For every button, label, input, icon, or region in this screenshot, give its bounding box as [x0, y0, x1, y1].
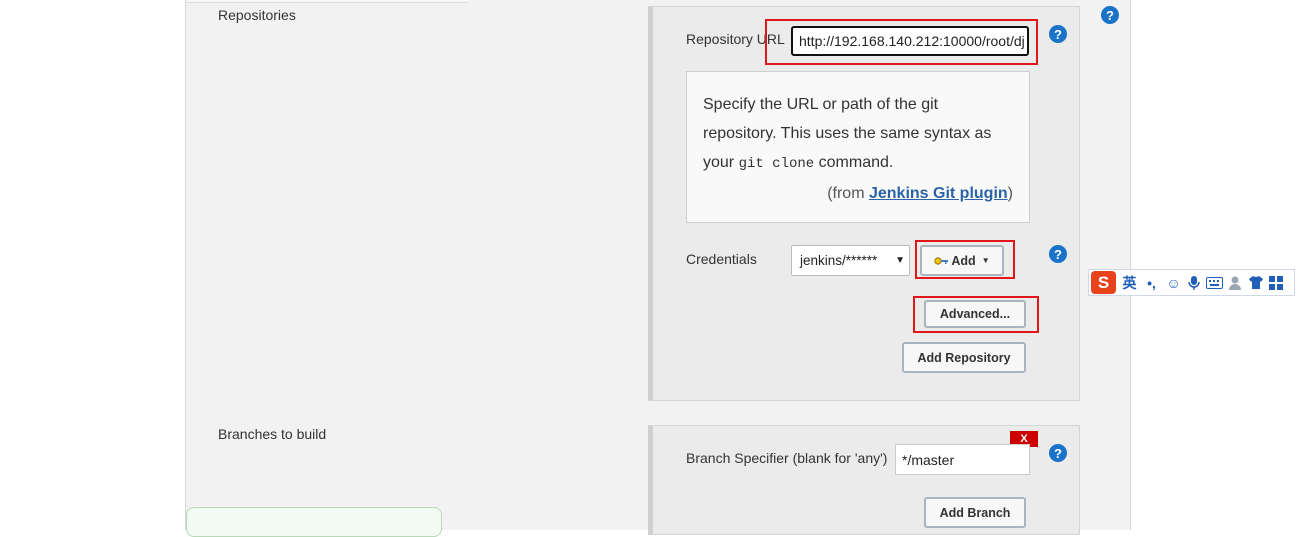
repositories-section-label: Repositories — [218, 7, 296, 23]
add-repository-button[interactable]: Add Repository — [902, 342, 1026, 373]
branches-section-label: Branches to build — [218, 426, 327, 442]
branch-specifier-label: Branch Specifier (blank for 'any') — [686, 450, 888, 466]
help-line-2: repository. This uses the same syntax as — [703, 125, 992, 142]
help-line-3: your git clone command. — [703, 154, 894, 172]
user-icon[interactable] — [1228, 275, 1243, 291]
repository-url-input[interactable]: http://192.168.140.212:10000/root/dj — [791, 26, 1029, 56]
jenkins-git-plugin-link[interactable]: Jenkins Git plugin — [869, 185, 1008, 202]
advanced-button[interactable]: Advanced... — [924, 300, 1026, 328]
branch-specifier-help-icon[interactable]: ? — [1049, 444, 1067, 462]
credentials-label: Credentials — [686, 251, 757, 267]
chevron-down-icon: ▼ — [895, 255, 905, 266]
branch-specifier-input[interactable]: */master — [895, 444, 1030, 475]
key-icon — [934, 256, 949, 265]
credentials-select[interactable]: jenkins/****** ▼ — [791, 245, 910, 276]
help-line-1: Specify the URL or path of the git — [703, 96, 939, 113]
caret-down-icon: ▼ — [981, 256, 990, 265]
top-tab-edge — [186, 0, 468, 3]
repository-url-help-icon[interactable]: ? — [1049, 25, 1067, 43]
help-plugin-attribution: (from Jenkins Git plugin) — [827, 185, 1013, 202]
keyboard-icon[interactable] — [1206, 276, 1223, 289]
credentials-help-icon[interactable]: ? — [1049, 245, 1067, 263]
add-branch-button[interactable]: Add Branch — [924, 497, 1026, 528]
ime-toolbar: S 英 •, ☺ — [1088, 269, 1295, 296]
bottom-notification-panel — [186, 507, 442, 537]
repository-url-help-text: Specify the URL or path of the git repos… — [686, 71, 1030, 223]
microphone-icon[interactable] — [1187, 275, 1201, 291]
sogou-logo-icon[interactable]: S — [1091, 271, 1116, 294]
add-credentials-button[interactable]: Add ▼ — [920, 245, 1004, 276]
skin-shirt-icon[interactable] — [1248, 275, 1264, 290]
punctuation-icon[interactable]: •, — [1143, 275, 1160, 291]
emoji-icon[interactable]: ☺ — [1165, 275, 1182, 291]
language-toggle[interactable]: 英 — [1121, 273, 1138, 293]
toolbox-grid-icon[interactable] — [1269, 275, 1283, 290]
repositories-help-icon[interactable]: ? — [1101, 6, 1119, 24]
